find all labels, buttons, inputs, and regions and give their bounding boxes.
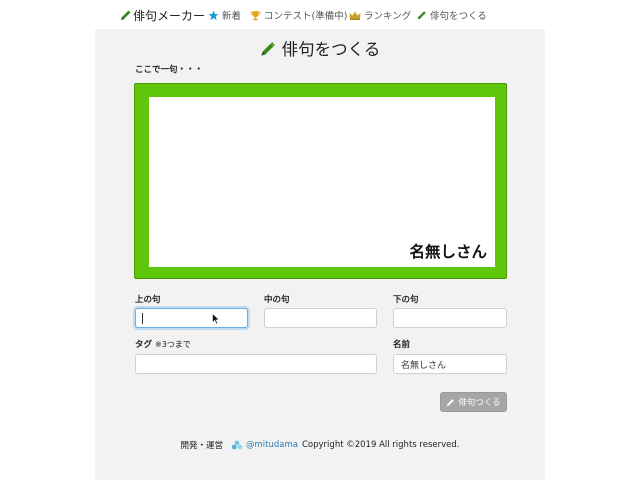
tag-input[interactable] xyxy=(135,354,377,374)
create-haiku-button[interactable]: 俳句つくる xyxy=(440,392,507,412)
haiku-preview-card: 名無しさん xyxy=(134,83,507,279)
text-caret xyxy=(142,313,143,324)
nav-item-label: 新着 xyxy=(222,11,242,22)
naka-label: 中の句 xyxy=(264,295,290,305)
brand-label: 俳句メーカー xyxy=(133,8,206,23)
footer: 開発・運営 @mitudama Copyright ©2019 All righ… xyxy=(0,439,640,451)
tag-label-text: タグ xyxy=(135,340,153,350)
shimo-label: 下の句 xyxy=(393,295,419,305)
preview-label: ここで一句・・・ xyxy=(135,65,204,75)
mitudama-link[interactable]: @mitudama xyxy=(246,440,298,450)
footer-copyright: Copyright ©2019 All rights reserved. xyxy=(302,440,460,450)
nav-item-label: 俳句をつくる xyxy=(430,11,487,22)
tag-label: タグ ※3つまで xyxy=(135,338,191,350)
create-haiku-button-label: 俳句つくる xyxy=(458,398,501,408)
nav-item-label: コンテスト(準備中) xyxy=(264,11,348,22)
footer-prefix: 開発・運営 xyxy=(180,441,224,451)
nav-item-ranking[interactable]: ランキング xyxy=(349,8,411,22)
preview-author: 名無しさん xyxy=(409,243,487,261)
mouse-cursor-icon xyxy=(212,313,220,325)
haiku-preview-canvas: 名無しさん xyxy=(149,97,495,267)
navbar: 俳句メーカー 新着 コンテスト(準備中) ランキング 俳句をつくる xyxy=(0,0,640,29)
nav-item-create[interactable]: 俳句をつくる xyxy=(417,8,487,22)
pencil-icon xyxy=(121,10,131,20)
page-title-text: 俳句をつくる xyxy=(281,40,381,59)
naka-input[interactable] xyxy=(264,308,377,328)
brand-link[interactable]: 俳句メーカー xyxy=(120,7,205,23)
pencil-icon xyxy=(261,41,275,56)
name-input[interactable] xyxy=(393,354,507,374)
tag-note: ※3つまで xyxy=(155,340,191,349)
page-title: 俳句をつくる xyxy=(0,37,640,59)
crown-icon xyxy=(349,11,361,20)
star-icon xyxy=(208,10,219,20)
shimo-input[interactable] xyxy=(393,308,507,328)
mitudama-logo-icon xyxy=(231,440,243,450)
trophy-icon xyxy=(250,10,261,20)
kami-input[interactable] xyxy=(135,308,248,328)
pencil-icon xyxy=(447,398,455,406)
nav-item-label: ランキング xyxy=(364,11,412,22)
pencil-icon xyxy=(417,11,426,20)
kami-label: 上の句 xyxy=(135,295,161,305)
nav-item-contest[interactable]: コンテスト(準備中) xyxy=(250,8,347,22)
name-label: 名前 xyxy=(393,340,411,350)
nav-item-new[interactable]: 新着 xyxy=(208,8,241,22)
